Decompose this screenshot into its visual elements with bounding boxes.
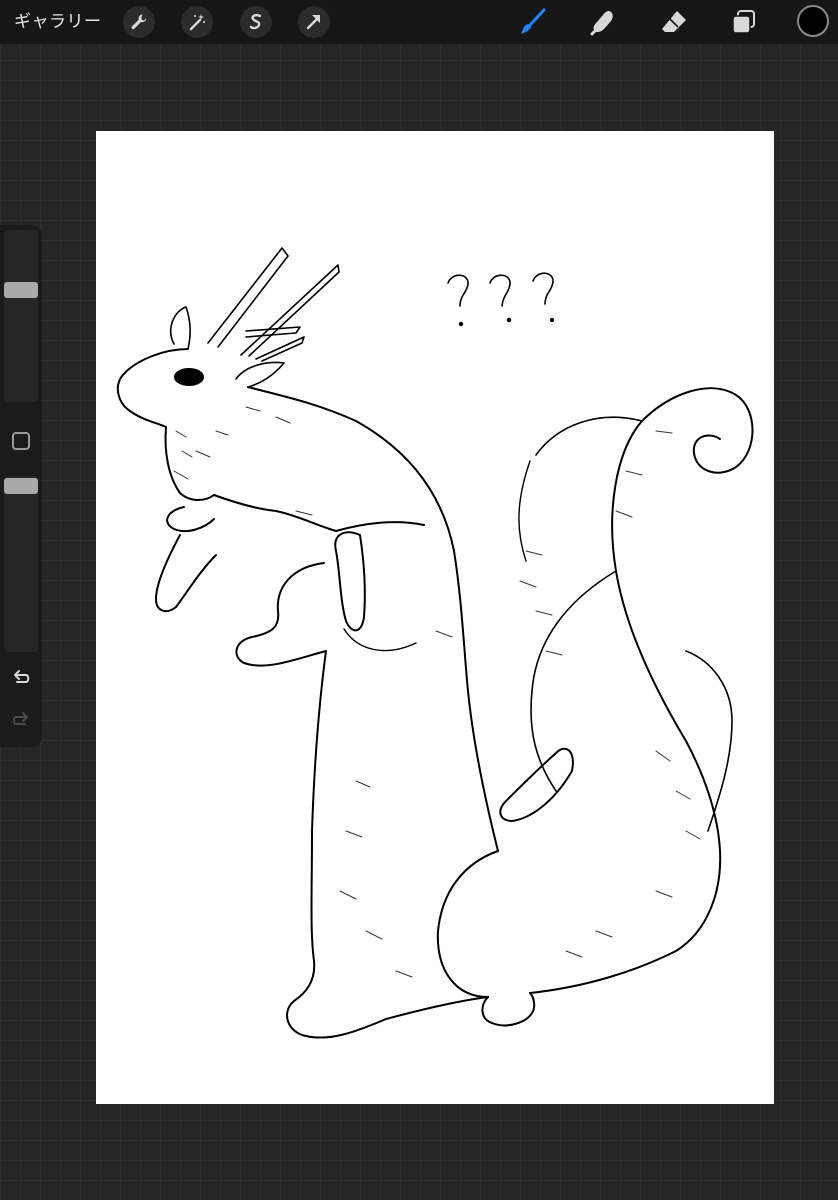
left-sidebar [0,225,42,747]
antlers [207,247,340,362]
smudge-button[interactable] [587,6,619,38]
adjustments-button[interactable] [181,6,213,38]
selection-button[interactable] [240,6,272,38]
brush-icon [521,8,546,34]
wrench-icon [131,14,147,30]
layers-icon [732,10,755,34]
gallery-button[interactable]: ギャラリー [14,10,102,34]
transform-button[interactable] [298,6,330,38]
modify-button[interactable] [12,432,30,450]
line-art-drawing [116,247,754,1039]
magic-wand-icon [189,14,205,31]
eraser-button[interactable] [658,6,690,38]
color-picker-button[interactable] [797,5,829,37]
top-toolbar: ギャラリー [0,0,838,44]
undo-icon [14,670,30,683]
question-marks [447,272,555,327]
opacity-thumb[interactable] [4,478,38,494]
brush-size-thumb[interactable] [4,282,38,299]
redo-icon [12,712,28,725]
brush-size-slider[interactable] [4,230,38,402]
opacity-slider[interactable] [4,476,38,652]
actions-button[interactable] [123,6,155,38]
eraser-icon [662,11,686,32]
arrow-cursor-icon [306,15,320,30]
drawing-canvas[interactable] [96,131,774,1104]
smudge-finger-icon [590,11,613,36]
undo-button[interactable] [10,667,32,689]
redo-button[interactable] [10,709,32,731]
layers-button[interactable] [728,6,760,38]
fur-strokes [173,406,701,978]
brush-button[interactable] [516,6,548,38]
selection-s-icon [249,14,262,30]
